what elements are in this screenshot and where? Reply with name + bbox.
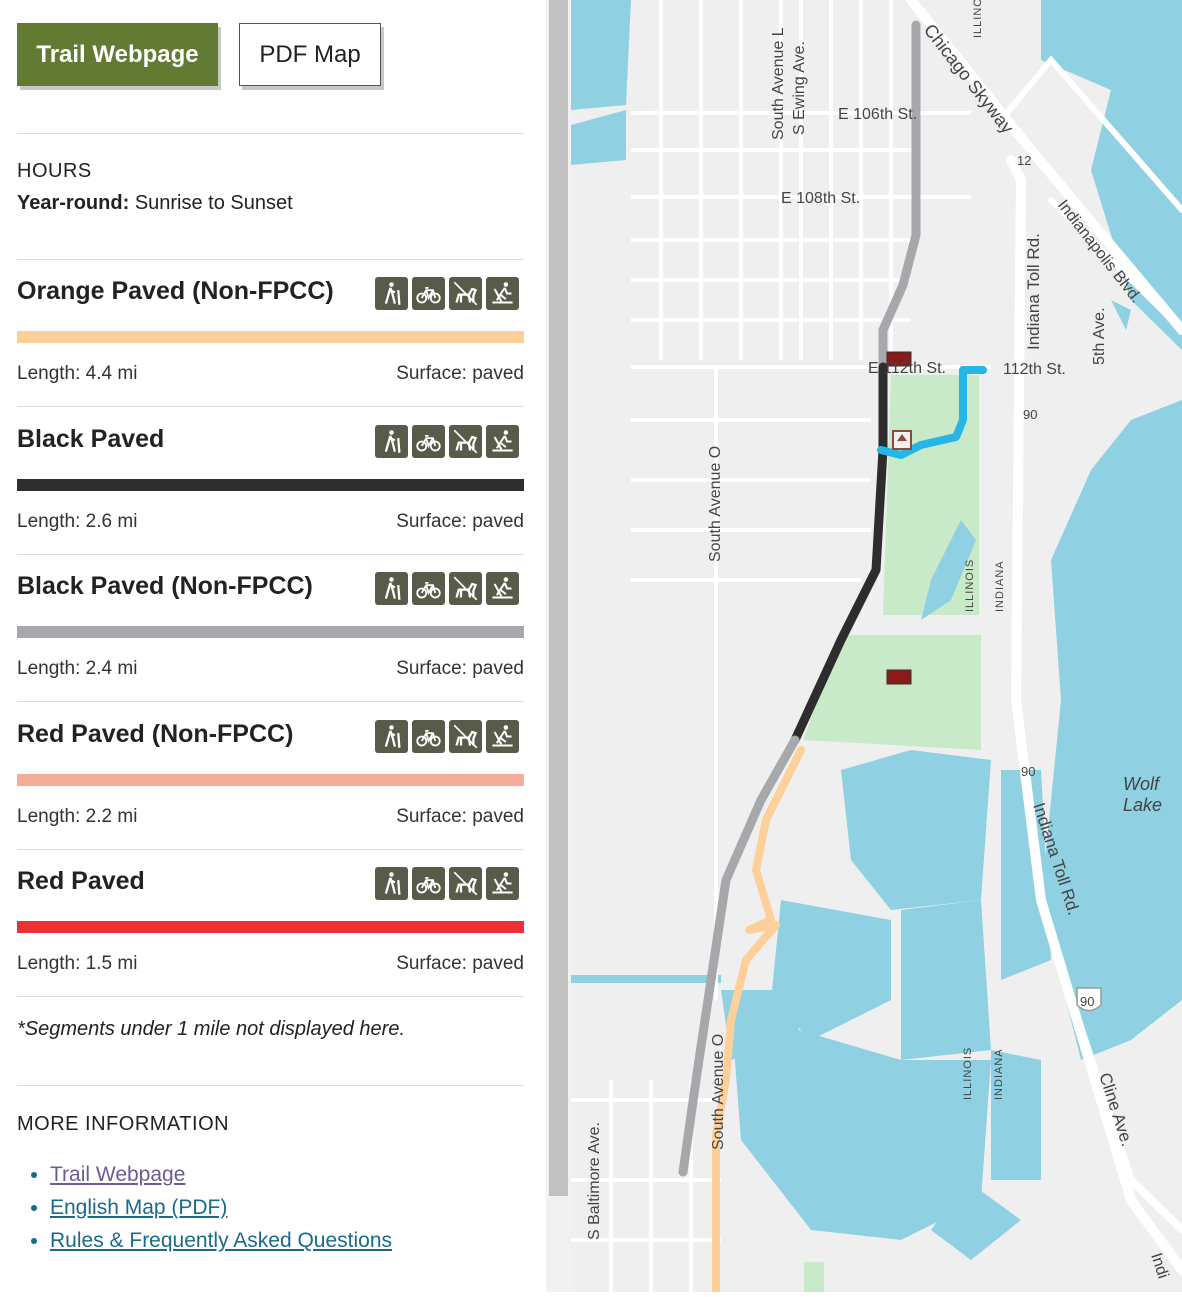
trail-webpage-button[interactable]: Trail Webpage: [17, 23, 218, 86]
segment-surface: Surface: paved: [396, 363, 524, 384]
cross-country-ski-icon: [486, 425, 519, 458]
label-s-baltimore: S Baltimore Ave.: [586, 1122, 603, 1240]
segment-surface: Surface: paved: [396, 953, 524, 974]
cross-country-ski-icon: [486, 572, 519, 605]
segment-color-bar: [17, 626, 524, 638]
list-item: Rules & Frequently Asked Questions: [50, 1229, 392, 1253]
panel-scrollbar[interactable]: [546, 0, 571, 1292]
trail-webpage-link[interactable]: Trail Webpage: [50, 1163, 185, 1186]
cross-country-ski-icon: [486, 867, 519, 900]
label-indiana-south: INDIANA: [993, 1048, 1005, 1100]
shield-12: 12: [1017, 153, 1031, 168]
divider: [17, 554, 524, 555]
lake-label: Wolf Lake: [1123, 774, 1162, 815]
list-item: Trail Webpage: [50, 1163, 392, 1187]
hours-heading: HOURS: [17, 160, 92, 182]
dog-leash-icon: [449, 572, 482, 605]
hours-text: Year-round: Sunrise to Sunset: [17, 192, 293, 215]
segment-name: Red Paved (Non-FPCC): [17, 720, 294, 748]
segment-length: Length: 2.2 mi: [17, 806, 138, 827]
segment-surface: Surface: paved: [396, 806, 524, 827]
hiking-icon: [375, 572, 408, 605]
label-illinois-north: ILLINOIS: [972, 0, 984, 38]
hiking-icon: [375, 867, 408, 900]
dog-leash-icon: [449, 720, 482, 753]
pdf-map-button[interactable]: PDF Map: [239, 23, 381, 86]
segment-color-bar: [17, 331, 524, 343]
dog-leash-icon: [449, 277, 482, 310]
label-south-ave-o: South Avenue O: [707, 446, 724, 562]
trail-info-panel: Trail Webpage PDF Map HOURS Year-round: …: [0, 0, 546, 1292]
segment-name: Black Paved: [17, 425, 165, 453]
label-e108: E 108th St.: [781, 190, 860, 207]
hours-time: Sunrise to Sunset: [134, 192, 293, 214]
divider: [17, 259, 524, 260]
map-canvas[interactable]: E 106th St. E 108th St. E 112th St. 112t…: [571, 0, 1182, 1296]
divider: [17, 996, 524, 997]
more-info-links: Trail Webpage English Map (PDF) Rules & …: [30, 1163, 392, 1262]
activity-icons: [375, 277, 519, 310]
divider: [17, 701, 524, 702]
hiking-icon: [375, 277, 408, 310]
shield-90: 90: [1021, 764, 1035, 779]
label-illinois: ILLINOIS: [964, 559, 976, 612]
label-south-ave-o-2: South Avenue O: [710, 1034, 727, 1150]
parking-marker: [886, 669, 912, 685]
divider: [17, 849, 524, 850]
segments-note: *Segments under 1 mile not displayed her…: [17, 1018, 406, 1040]
trail-map[interactable]: E 106th St. E 108th St. E 112th St. 112t…: [571, 0, 1182, 1296]
segment-name: Red Paved: [17, 867, 145, 895]
label-e106: E 106th St.: [838, 106, 917, 123]
segment-surface: Surface: paved: [396, 658, 524, 679]
list-item: English Map (PDF): [50, 1196, 392, 1220]
bicycle-icon: [412, 277, 445, 310]
divider: [17, 133, 524, 134]
dog-leash-icon: [449, 425, 482, 458]
label-s-ewing: S Ewing Ave.: [791, 41, 808, 135]
activity-icons: [375, 720, 519, 753]
hours-season: Year-round:: [17, 192, 130, 214]
hiking-icon: [375, 720, 408, 753]
label-e112: E 112th St.: [868, 360, 946, 377]
segment-length: Length: 4.4 mi: [17, 363, 138, 384]
hiking-icon: [375, 425, 408, 458]
shield-90: 90: [1023, 407, 1037, 422]
label-indiana-toll-rd: Indiana Toll Rd.: [1024, 233, 1043, 350]
label-illinois-south: ILLINOIS: [962, 1047, 974, 1100]
cross-country-ski-icon: [486, 277, 519, 310]
shield-i90: 90: [1080, 994, 1094, 1009]
more-info-heading: MORE INFORMATION: [17, 1113, 230, 1135]
segment-length: Length: 2.6 mi: [17, 511, 138, 532]
activity-icons: [375, 425, 519, 458]
label-wolf: Wolf: [1123, 774, 1161, 794]
segment-surface: Surface: paved: [396, 511, 524, 532]
label-5th-ave: 5th Ave.: [1091, 307, 1108, 365]
activity-icons: [375, 572, 519, 605]
divider: [17, 1085, 524, 1086]
segment-name: Black Paved (Non-FPCC): [17, 572, 313, 600]
label-indiana: INDIANA: [994, 560, 1006, 612]
label-112th: 112th St.: [1003, 361, 1066, 378]
english-map-pdf-link[interactable]: English Map (PDF): [50, 1196, 227, 1219]
cross-country-ski-icon: [486, 720, 519, 753]
segment-color-bar: [17, 479, 524, 491]
segment-length: Length: 1.5 mi: [17, 953, 138, 974]
label-south-ave-l: South Avenue L: [770, 27, 787, 140]
bicycle-icon: [412, 572, 445, 605]
divider: [17, 406, 524, 407]
label-lake: Lake: [1123, 795, 1162, 815]
dog-leash-icon: [449, 867, 482, 900]
segment-color-bar: [17, 774, 524, 786]
rules-faq-link[interactable]: Rules & Frequently Asked Questions: [50, 1229, 392, 1252]
segment-name: Orange Paved (Non-FPCC): [17, 277, 334, 305]
segment-length: Length: 2.4 mi: [17, 658, 138, 679]
water-channel: [571, 975, 721, 983]
segment-color-bar: [17, 921, 524, 933]
bicycle-icon: [412, 867, 445, 900]
bicycle-icon: [412, 720, 445, 753]
activity-icons: [375, 867, 519, 900]
scrollbar-thumb[interactable]: [549, 0, 568, 1196]
bicycle-icon: [412, 425, 445, 458]
